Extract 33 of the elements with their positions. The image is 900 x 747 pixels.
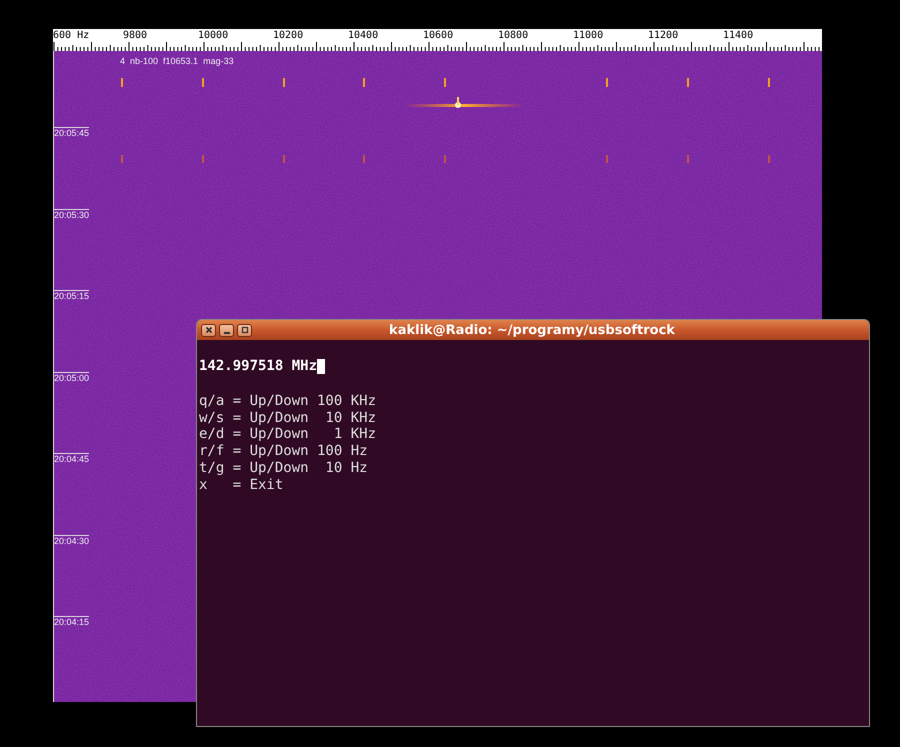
time-label: 20:05:30 <box>54 208 90 220</box>
frequency-readout: 142.997518 MHz <box>199 358 318 375</box>
maximize-button[interactable] <box>237 324 252 336</box>
text-cursor <box>317 358 326 374</box>
frequency-label: 600 Hz <box>53 30 90 41</box>
minimize-button[interactable] <box>219 324 234 336</box>
time-label: 20:05:45 <box>54 127 90 138</box>
key-help-line: w/s = Up/Down 10 KHz <box>199 410 378 426</box>
frequency-label: 10800 <box>498 30 528 41</box>
frequency-label: 9800 <box>123 30 148 41</box>
time-label: 20:04:45 <box>54 453 90 464</box>
frequency-label: 10200 <box>273 30 304 41</box>
frequency-label: 11200 <box>648 30 678 41</box>
frequency-label: 11400 <box>723 30 754 41</box>
signal-info: 4 nb-100 f10653.1 mag-33 <box>120 56 234 66</box>
minimize-icon <box>224 332 230 334</box>
time-label: 20:05:00 <box>54 372 90 382</box>
maximize-icon <box>240 325 250 335</box>
frequency-label: 10400 <box>348 30 378 41</box>
frequency-label: 10600 <box>423 30 454 41</box>
time-label: 20:04:30 <box>54 534 90 546</box>
time-label: 20:04:15 <box>54 616 90 627</box>
window-title: kaklik@Radio: ~/programy/usbsoftrock <box>388 322 676 338</box>
key-help-line: t/g = Up/Down 10 Hz <box>199 460 369 477</box>
frequency-label: 11000 <box>573 30 604 41</box>
key-help-line: q/a = Up/Down 100 KHz <box>199 392 378 410</box>
key-help-line: e/d = Up/Down 1 KHz <box>199 426 378 444</box>
close-icon <box>204 325 214 335</box>
close-button[interactable] <box>201 324 216 336</box>
frequency-label: 10000 <box>198 30 228 41</box>
key-help-line: x = Exit <box>199 476 284 494</box>
time-label: 20:05:15 <box>54 290 90 301</box>
key-help-line: r/f = Up/Down 100 Hz <box>199 443 369 460</box>
